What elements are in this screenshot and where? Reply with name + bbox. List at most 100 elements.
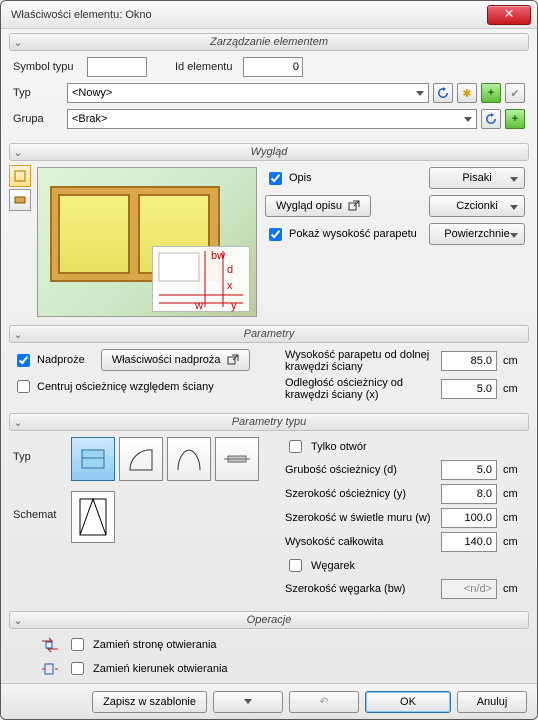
parapet-h-label: Wysokość parapetu od dolnej krawędzi ści… [285,349,435,373]
confirm-button[interactable]: ✔ [505,83,525,103]
view-2d-tab[interactable] [9,189,31,211]
wegarek-szer-input [441,579,497,599]
wys-input[interactable] [441,532,497,552]
wintype-3[interactable] [167,437,211,481]
swap-direction-icon [39,660,61,678]
schemat-label: Schemat [13,491,67,521]
chevron-icon: ⌄ [10,416,26,429]
section-title: Parametry typu [10,416,528,428]
nadproze-props-button[interactable]: Właściwości nadproża [101,349,250,371]
refresh-icon[interactable] [433,83,453,103]
dialog-footer: Zapisz w szablonie ↶ OK Anuluj [1,683,537,719]
centruj-label: Centruj ościeżnicę względem ściany [37,381,214,393]
szer-osc-input[interactable] [441,484,497,504]
section-title: Operacje [10,614,528,626]
svg-text:✱: ✱ [462,88,471,99]
odleglosc-input[interactable] [441,379,497,399]
unit-label: cm [503,383,525,395]
id-input[interactable] [243,57,303,77]
typ-combo[interactable]: <Nowy> [67,83,429,103]
szer-osc-label: Szerokość ościeżnicy (y) [285,488,435,500]
section-header-ops[interactable]: ⌄ Operacje [9,611,529,629]
chevron-icon: ⌄ [10,328,26,341]
swap-side-icon [39,636,61,654]
nadproze-label: Nadproże [37,354,85,366]
op2-checkbox[interactable] [71,662,84,675]
save-template-button[interactable]: Zapisz w szablonie [92,691,207,713]
opis-checkbox[interactable] [269,172,282,185]
op1-label: Zamień stronę otwierania [93,639,217,651]
section-header-look[interactable]: ⌄ Wygląd [9,143,529,161]
op1-checkbox[interactable] [71,638,84,651]
unit-label: cm [503,488,525,500]
unit-label: cm [503,536,525,548]
section-params: ⌄ Parametry Nadproże Właściwości nadproż… [9,325,529,411]
opis-label: Opis [289,172,312,184]
section-look: ⌄ Wygląd [9,143,529,323]
svg-text:y: y [231,300,237,312]
section-title: Wygląd [10,146,528,158]
undo-button[interactable]: ↶ [289,691,359,713]
cancel-button[interactable]: Anuluj [457,691,527,713]
only-hole-label: Tylko otwór [311,441,525,453]
close-button[interactable]: ✕ [487,5,531,25]
section-title: Zarządzanie elementem [10,36,528,48]
view-3d-tab[interactable] [9,165,31,187]
section-header-manage[interactable]: ⌄ Zarządzanie elementem [9,33,529,51]
nadproze-checkbox[interactable] [17,354,30,367]
ok-button[interactable]: OK [365,691,451,713]
odleglosc-label: Odległość ościeżnicy od krawędzi ściany … [285,377,435,401]
svg-text:w: w [194,300,203,312]
powierzchnie-dropdown[interactable]: Powierzchnie [429,223,525,245]
chevron-icon: ⌄ [10,146,26,159]
dimension-diagram: bw d x w y [152,246,250,312]
grupa-combo[interactable]: <Brak> [67,109,477,129]
asterisk-icon[interactable]: ✱ [457,83,477,103]
ptype-typ-label: Typ [13,437,67,463]
swietlo-label: Szerokość w świetle muru (w) [285,512,435,524]
external-icon [227,354,239,366]
schemat-button[interactable] [71,491,115,543]
add-button[interactable]: + [505,109,525,129]
opis-style-button[interactable]: Wygląd opisu [265,195,371,217]
pisaki-dropdown[interactable]: Pisaki [429,167,525,189]
show-parapet-checkbox[interactable] [269,228,282,241]
svg-text:bw: bw [211,250,225,262]
unit-label: cm [503,464,525,476]
add-button[interactable]: + [481,83,501,103]
swietlo-input[interactable] [441,508,497,528]
wintype-1[interactable] [71,437,115,481]
preview-image: bw d x w y [37,167,257,317]
save-template-dropdown[interactable] [213,691,283,713]
wintype-2[interactable] [119,437,163,481]
refresh-icon[interactable] [481,109,501,129]
section-title: Parametry [10,328,528,340]
wys-label: Wysokość całkowita [285,536,435,548]
unit-label: cm [503,512,525,524]
section-header-ptype[interactable]: ⌄ Parametry typu [9,413,529,431]
id-label: Id elementu [175,61,239,73]
wintype-4[interactable] [215,437,259,481]
centruj-checkbox[interactable] [17,380,30,393]
titlebar: Właściwości elementu: Okno ✕ [1,1,537,29]
czcionki-dropdown[interactable]: Czcionki [429,195,525,217]
wegarek-szer-label: Szerokość węgarka (bw) [285,583,435,595]
typ-label: Typ [13,87,63,99]
chevron-icon: ⌄ [10,614,26,627]
wegarek-checkbox[interactable] [289,559,302,572]
unit-label: cm [503,355,525,367]
chevron-icon: ⌄ [10,36,26,49]
parapet-h-input[interactable] [441,351,497,371]
unit-label: cm [503,583,525,595]
grubosc-input[interactable] [441,460,497,480]
symbol-input[interactable] [87,57,147,77]
wegarek-label: Węgarek [311,560,525,572]
section-header-params[interactable]: ⌄ Parametry [9,325,529,343]
symbol-label: Symbol typu [13,61,83,73]
svg-text:d: d [227,264,233,276]
grubosc-label: Grubość ościeżnicy (d) [285,464,435,476]
only-hole-checkbox[interactable] [289,440,302,453]
grupa-label: Grupa [13,113,63,125]
section-manage: ⌄ Zarządzanie elementem Symbol typu Id e… [9,33,529,141]
external-icon [348,200,360,212]
